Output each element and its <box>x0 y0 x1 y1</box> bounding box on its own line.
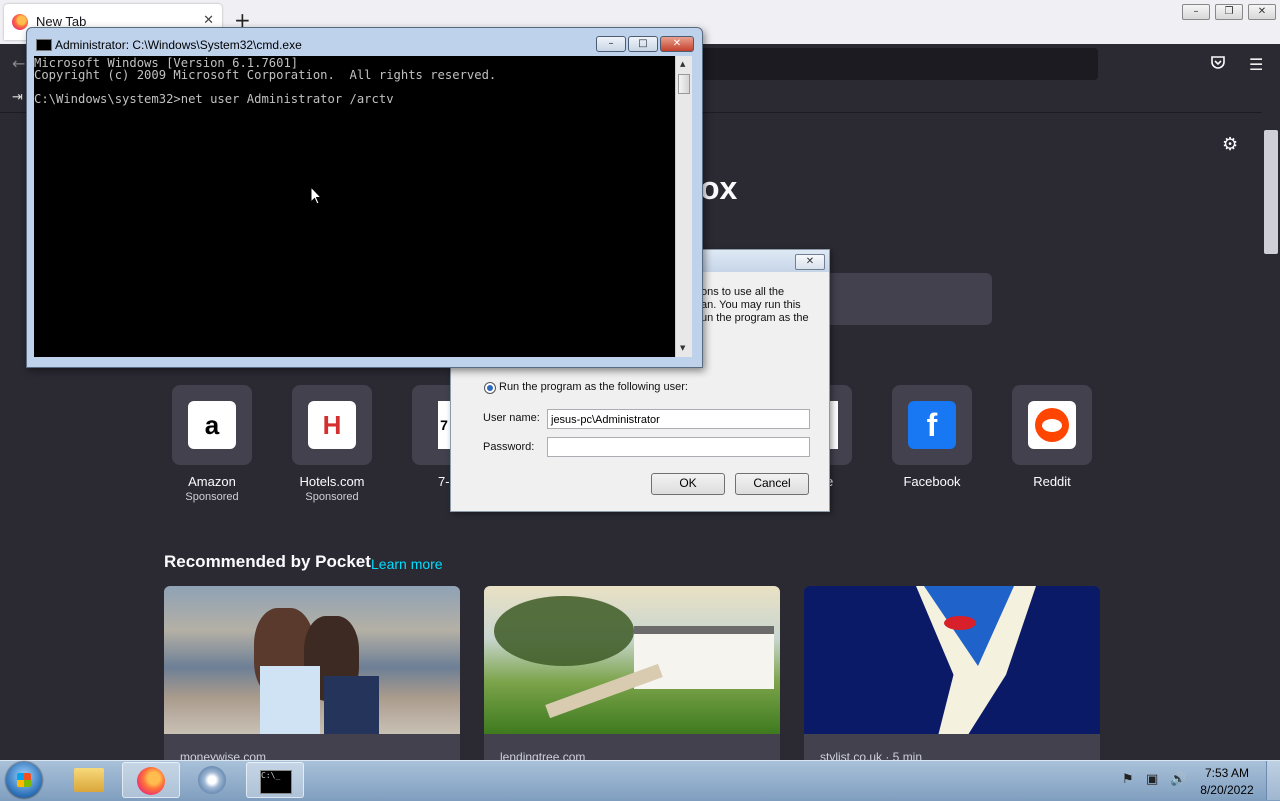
cmd-maximize-button[interactable]: □ <box>628 36 658 52</box>
import-bookmarks-icon[interactable]: ⇥ <box>12 90 23 105</box>
start-button[interactable] <box>6 762 42 798</box>
firefox-restore-button[interactable]: ❐ <box>1215 4 1243 20</box>
clock-date[interactable]: 8/20/2022 <box>1192 783 1262 797</box>
username-label: User name: <box>483 412 540 424</box>
password-field[interactable] <box>547 437 810 457</box>
gear-icon[interactable]: ⚙ <box>1222 134 1238 155</box>
shortcut-label-amazon: Amazon <box>188 474 236 489</box>
firefox-icon <box>12 14 28 30</box>
folder-icon <box>74 768 104 792</box>
firefox-icon <box>137 767 165 795</box>
tab-close-icon[interactable]: ✕ <box>203 13 214 28</box>
card-image <box>484 586 780 734</box>
console-scrollbar-thumb[interactable] <box>678 74 690 94</box>
scroll-down-icon[interactable]: ▼ <box>680 344 685 352</box>
cmd-close-button[interactable]: ✕ <box>660 36 694 52</box>
sponsored-label: Sponsored <box>185 491 239 503</box>
seven-zip-icon: 7 <box>438 401 450 449</box>
cmd-icon <box>36 39 52 51</box>
username-field[interactable]: jesus-pc\Administrator <box>547 409 810 429</box>
password-label: Password: <box>483 441 535 453</box>
run-as-description-line: ons to use all the <box>701 286 785 298</box>
shortcut-tile-partial[interactable] <box>828 385 852 465</box>
volume-icon[interactable]: 🔊 <box>1170 772 1186 787</box>
shortcut-label-reddit: Reddit <box>1033 474 1071 489</box>
run-as-user-radio-label: Run the program as the following user: <box>499 381 688 393</box>
facebook-icon: f <box>908 401 956 449</box>
clock-time[interactable]: 7:53 AM <box>1192 766 1262 780</box>
pocket-card[interactable]: lendingtree.com <box>484 586 780 762</box>
firefox-close-button[interactable]: ✕ <box>1248 4 1276 20</box>
shortcut-tile-facebook[interactable]: f <box>892 385 972 465</box>
card-image <box>804 586 1100 734</box>
back-icon[interactable]: ← <box>12 54 25 73</box>
taskbar-firefox[interactable] <box>122 762 180 798</box>
firefox-minimize-button[interactable]: – <box>1182 4 1210 20</box>
hotels-icon: H <box>308 401 356 449</box>
run-as-close-button[interactable]: ✕ <box>795 254 825 270</box>
run-as-user-radio[interactable] <box>484 382 496 394</box>
cmd-window-title: Administrator: C:\Windows\System32\cmd.e… <box>55 38 302 52</box>
url-bar[interactable] <box>700 48 1098 80</box>
run-as-description-line: an. You may run this <box>701 299 801 311</box>
page-scrollbar-thumb[interactable] <box>1264 130 1278 254</box>
shortcut-tile-hotels[interactable]: H <box>292 385 372 465</box>
firefox-wordmark: ox <box>700 170 738 206</box>
shortcut-label-7zip: 7- <box>438 474 450 489</box>
reddit-icon <box>1028 401 1076 449</box>
shortcut-tile-7zip[interactable]: 7 <box>412 385 450 465</box>
amazon-icon: a <box>188 401 236 449</box>
shortcut-label-hotels: Hotels.com <box>299 474 365 489</box>
console-scrollbar[interactable]: ▲ ▼ <box>676 56 692 357</box>
shortcut-label-facebook: Facebook <box>903 474 961 489</box>
mouse-cursor-icon <box>310 186 322 205</box>
cancel-button[interactable]: Cancel <box>735 473 809 495</box>
pocket-icon[interactable] <box>1210 54 1226 70</box>
shortcut-tile-reddit[interactable] <box>1012 385 1092 465</box>
taskbar-cmd[interactable]: C:\_ <box>246 762 304 798</box>
pocket-card[interactable]: stylist.co.uk · 5 min <box>804 586 1100 762</box>
console-output: Microsoft Windows [Version 6.1.7601] Cop… <box>34 56 497 106</box>
card-image <box>164 586 460 734</box>
cmd-minimize-button[interactable]: – <box>596 36 626 52</box>
network-icon[interactable]: ▣ <box>1146 772 1158 787</box>
taskbar-media-player[interactable] <box>184 762 242 798</box>
show-desktop-button[interactable] <box>1266 761 1280 800</box>
media-player-icon <box>198 766 226 794</box>
run-as-description-line: un the program as the <box>701 312 809 324</box>
hamburger-menu-icon[interactable]: ☰ <box>1249 55 1263 74</box>
shortcut-tile-amazon[interactable]: a <box>172 385 252 465</box>
cmd-icon: C:\_ <box>260 770 292 794</box>
pocket-learn-more-link[interactable]: Learn more <box>371 556 443 572</box>
ok-button[interactable]: OK <box>651 473 725 495</box>
pocket-heading: Recommended by Pocket <box>164 552 371 571</box>
taskbar-explorer[interactable] <box>60 762 118 798</box>
sponsored-label: Sponsored <box>305 491 359 503</box>
scroll-up-icon[interactable]: ▲ <box>680 60 685 68</box>
action-center-flag-icon[interactable]: ⚑ <box>1122 772 1134 787</box>
pocket-card[interactable]: moneywise.com <box>164 586 460 762</box>
